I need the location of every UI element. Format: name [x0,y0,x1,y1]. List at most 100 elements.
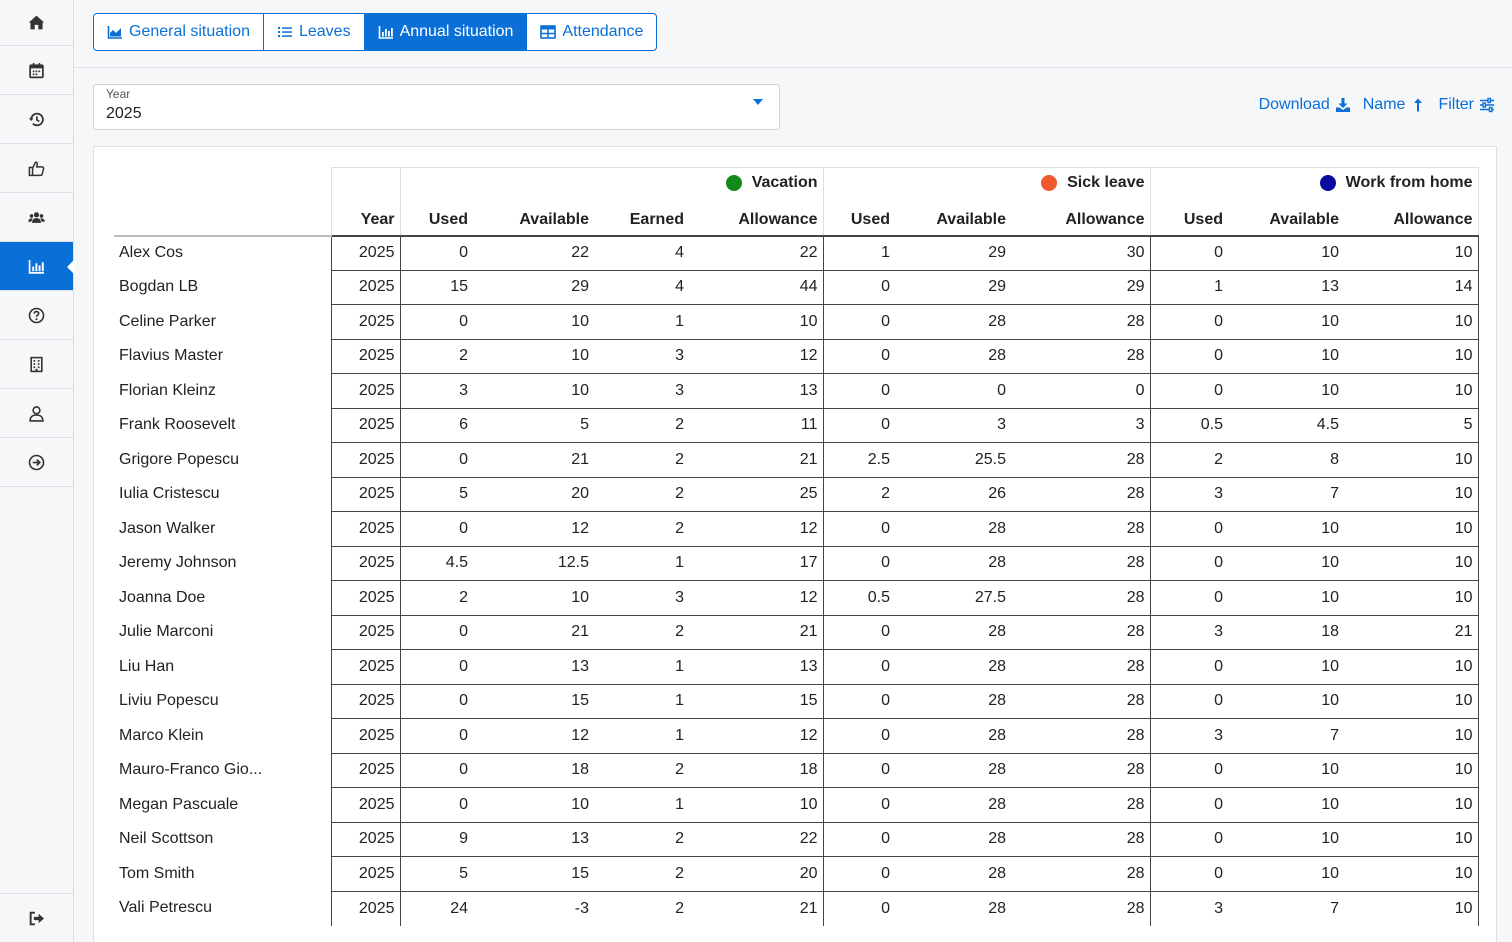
value-cell: 10 [1344,373,1479,408]
value-cell: 28 [895,614,1011,650]
employee-name-cell: Liu Han [114,649,332,684]
table-row[interactable]: Florian Kleinz 2025 3 10 3 13 0 0 0 0 10 10 [114,373,1479,408]
sidebar-item-logout[interactable] [0,893,73,942]
value-cell: 10 [1344,683,1479,719]
sidebar-item-approvals[interactable] [0,144,73,193]
value-cell: 10 [1344,338,1479,374]
value-cell: 0 [400,649,473,684]
table-row[interactable]: Alex Cos 2025 0 22 4 22 1 29 30 0 10 10 [114,234,1479,270]
employee-name-cell: Megan Pascuale [114,787,332,822]
value-cell: 10 [1344,752,1479,788]
column-header: Used [428,210,468,228]
table-row[interactable]: Joanna Doe 2025 2 10 3 12 0.5 27.5 28 0 10 10 [114,580,1479,615]
value-cell: 0 [823,614,895,650]
year-select[interactable]: Year 2025 [93,84,780,130]
value-cell: 3 [895,407,1011,443]
sidebar-item-team[interactable] [0,193,73,242]
tab-leaves[interactable]: Leaves [264,14,365,50]
value-cell: 12 [689,511,824,546]
value-cell: 25 [689,476,824,512]
sort-name-button[interactable]: Name [1363,96,1427,114]
value-cell: 29 [895,234,1011,270]
table-row[interactable]: Flavius Master 2025 2 10 3 12 0 28 28 0 10 10 [114,338,1479,374]
value-cell: 0 [400,304,473,339]
value-cell: 10 [1228,649,1344,684]
value-cell: 15 [400,269,473,305]
table-row[interactable]: Liviu Popescu 2025 0 15 1 15 0 28 28 0 10 10 [114,683,1479,719]
table-row[interactable]: Mauro-Franco Gio... 2025 0 18 2 18 0 28 28 0 10 10 [114,752,1479,788]
value-cell: 10 [1344,718,1479,753]
value-cell: 10 [473,338,594,374]
employee-name-cell: Grigore Popescu [114,442,332,477]
value-cell: 5 [400,856,473,891]
value-cell: 18 [1228,614,1344,650]
table-row[interactable]: Vali Petrescu 2025 24 -3 2 21 0 28 28 3 7 10 [114,890,1479,926]
value-cell: 0 [400,683,473,719]
value-cell: 21 [473,614,594,650]
value-cell: 0 [823,649,895,684]
table-row[interactable]: Jeremy Johnson 2025 4.5 12.5 1 17 0 28 28 0 10 10 [114,545,1479,581]
employee-name-cell: Liviu Popescu [114,684,332,719]
table-row[interactable]: Julie Marconi 2025 0 21 2 21 0 28 28 3 18 21 [114,614,1479,650]
column-header: Available [936,210,1006,228]
value-cell: 0 [1150,821,1228,857]
sidebar-item-home[interactable] [0,0,73,46]
employee-name-cell: Joanna Doe [114,580,332,615]
value-cell: 3 [1150,614,1228,650]
value-cell: 28 [1011,821,1151,857]
value-cell: 9 [400,821,473,857]
table-row[interactable]: Iulia Cristescu 2025 5 20 2 25 2 26 28 3 7 10 [114,476,1479,512]
sidebar-item-go[interactable] [0,438,73,487]
value-cell: 10 [1344,890,1479,926]
download-button[interactable]: Download [1259,96,1351,114]
tab-attendance[interactable]: Attendance [527,14,656,50]
sidebar-item-profile[interactable] [0,389,73,438]
sidebar-item-reports[interactable] [0,242,74,291]
table-row[interactable]: Liu Han 2025 0 13 1 13 0 28 28 0 10 10 [114,649,1479,684]
value-cell: 3 [400,373,473,408]
value-cell: 0 [823,407,895,443]
sidebar-item-company[interactable] [0,340,73,389]
table-row[interactable]: Tom Smith 2025 5 15 2 20 0 28 28 0 10 10 [114,856,1479,891]
table-row[interactable]: Jason Walker 2025 0 12 2 12 0 28 28 0 10 10 [114,511,1479,546]
filter-button[interactable]: Filter [1438,96,1495,114]
table-row[interactable]: Frank Roosevelt 2025 6 5 2 11 0 3 3 0.5 4.5 5 [114,407,1479,443]
column-header: Allowance [1344,201,1479,236]
value-cell: 28 [895,511,1011,546]
sidebar-item-calendar[interactable] [0,46,73,95]
employee-name-cell: Tom Smith [114,856,332,891]
column-header: Year [330,201,401,236]
value-cell: 10 [473,580,594,615]
tab-general-situation[interactable]: General situation [94,14,264,50]
year-cell: 2025 [331,338,401,374]
employee-name-cell: Neil Scottson [114,822,332,857]
work-from-home-dot-icon [1319,174,1336,191]
calendar-icon [29,62,44,78]
value-cell: 1 [594,718,689,753]
value-cell: 3 [1011,407,1151,443]
value-cell: 13 [689,373,824,408]
value-cell: 12 [689,580,824,615]
value-cell: 5 [473,407,594,443]
value-cell: 28 [1011,718,1151,753]
table-row[interactable]: Grigore Popescu 2025 0 21 2 21 2.5 25.5 28 2 8 10 [114,442,1479,477]
value-cell: 4.5 [400,545,473,581]
value-cell: 0 [823,890,895,926]
table-row[interactable]: Neil Scottson 2025 9 13 2 22 0 28 28 0 10 10 [114,821,1479,857]
value-cell: 10 [1344,511,1479,546]
value-cell: 3 [594,580,689,615]
value-cell: 0 [1150,338,1228,374]
sidebar-item-history[interactable] [0,95,73,144]
tab-annual-situation[interactable]: Annual situation [364,14,528,50]
vacation-group-label: Vacation [751,173,818,191]
table-row[interactable]: Bogdan LB 2025 15 29 4 44 0 29 29 1 13 14 [114,269,1479,305]
table-row[interactable]: Megan Pascuale 2025 0 10 1 10 0 28 28 0 10 10 [114,787,1479,822]
download-label: Download [1258,96,1330,113]
value-cell: 10 [1228,511,1344,546]
table-row[interactable]: Marco Klein 2025 0 12 1 12 0 28 28 3 7 10 [114,718,1479,753]
table-row[interactable]: Celine Parker 2025 0 10 1 10 0 28 28 0 10 10 [114,304,1479,339]
year-cell: 2025 [331,856,401,891]
value-cell: 0.5 [1150,407,1228,443]
value-cell: 28 [1011,752,1151,788]
sidebar-item-help[interactable] [0,291,73,340]
